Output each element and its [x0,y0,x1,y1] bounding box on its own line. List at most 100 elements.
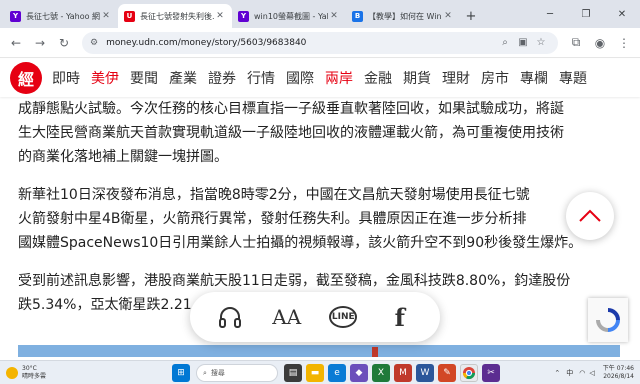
tray-chevron-up-icon[interactable]: ⌃ [554,369,560,377]
tab-title: win10螢幕截圖 - Yahoo... [254,11,328,21]
system-tray: ⌃ 中 ◠ ◁ 下午 07:46 2026/8/14 [554,363,634,383]
tab-title: 【教學】如何在 Windo... [368,11,442,21]
article-line: 新華社10日深夜發布消息，指當晚8時零2分，中國在文昌航天發射場使用長征七號 [18,187,530,203]
article-line: 跌5.34%，亞太衛星跌2.21 [18,297,192,313]
clock[interactable]: 下午 07:46 2026/8/14 [603,365,634,381]
nav-item-headlines[interactable]: 要聞 [130,68,158,88]
nav-item-securities[interactable]: 證券 [208,68,236,88]
blog-favicon-icon: B [352,10,363,22]
article-line: 生大陸民營商業航天首款實現軌道級一子級陸地回收的液體運載火箭，為可重複使用技術 [18,125,564,141]
weather-temp: 30°C [22,364,37,372]
edge-icon[interactable]: e [328,364,346,382]
browser-tab-strip: Y 長征七號 - Yahoo 網路... ✕ U 長征七號發射失利後... ✕ … [0,0,640,28]
facebook-share-button[interactable]: f [380,297,420,337]
close-window-icon[interactable]: ✕ [604,0,640,28]
profile-icon[interactable]: ◉ [588,31,612,55]
nav-item-us-iran[interactable]: 美伊 [91,68,119,88]
article-image [18,345,620,357]
nav-item-futures[interactable]: 期貨 [403,68,431,88]
windows-taskbar: 30°C 晴時多雲 ⊞ ⌕ 搜尋 ▤ ▬ e ◆ X M W ✎ ✂ ⌃ 中 ◠… [0,360,640,384]
nav-item-finance[interactable]: 金融 [364,68,392,88]
address-bar[interactable]: ⚙ money.udn.com/money/story/5603/9683840… [82,31,558,54]
back-arrow-icon[interactable]: ← [4,31,28,55]
clock-time: 下午 07:46 [602,365,634,372]
close-tab-icon[interactable]: ✕ [328,11,340,21]
task-view-icon[interactable]: ▤ [284,364,302,382]
taskbar-apps: ⊞ ⌕ 搜尋 ▤ ▬ e ◆ X M W ✎ ✂ [170,363,502,383]
browser-tab-active[interactable]: U 長征七號發射失利後... ✕ [118,4,232,28]
zoom-icon[interactable]: ⌕ [496,37,514,48]
browser-toolbar: ← → ↻ ⚙ money.udn.com/money/story/5603/9… [0,28,640,58]
yahoo-favicon-icon: Y [10,10,21,22]
spreadsheet-icon[interactable]: X [372,364,390,382]
udn-favicon-icon: U [124,10,135,22]
nav-item-real-estate[interactable]: 房市 [481,68,509,88]
ime-indicator[interactable]: 中 [566,368,573,378]
tab-title: 長征七號 - Yahoo 網路... [26,11,100,21]
search-placeholder: 搜尋 [210,369,225,377]
url-text[interactable]: money.udn.com/money/story/5603/9683840 [106,38,496,48]
start-icon[interactable]: ⊞ [172,364,190,382]
new-tab-button[interactable]: + [460,4,482,28]
nav-item-quotes[interactable]: 行情 [247,68,275,88]
mcafee-icon[interactable]: M [394,364,412,382]
restore-icon[interactable]: ❐ [568,0,604,28]
word-icon[interactable]: W [416,364,434,382]
recaptcha-icon [596,308,620,332]
minimize-icon[interactable]: ─ [532,0,568,28]
weather-desc: 晴時多雲 [22,372,47,380]
site-info-icon[interactable]: ⚙ [90,38,98,48]
app-icon[interactable]: ◆ [350,364,368,382]
window-controls: ─ ❐ ✕ [532,0,640,28]
font-size-button[interactable]: AA [267,297,307,337]
chevron-up-icon [579,209,601,222]
forward-arrow-icon[interactable]: → [28,31,52,55]
article-line: 火箭發射中星4B衛星，火箭飛行異常，發射任務失利。具體原因正在進一步分析排 [18,211,527,227]
tab-title: 長征七號發射失利後... [140,11,214,21]
yahoo-favicon-icon: Y [238,10,249,22]
snip-tool-icon[interactable]: ✂ [482,364,500,382]
article-paragraph: 成靜態點火試驗。今次任務的核心目標直指一子級垂直軟著陸回收，如果試驗成功，將誕 … [18,97,630,169]
back-to-top-button[interactable] [566,192,614,240]
line-icon: LINE [329,306,358,328]
headphones-icon[interactable] [210,297,250,337]
article-paragraph: 新華社10日深夜發布消息，指當晚8時零2分，中國在文昌航天發射場使用長征七號 火… [18,183,630,255]
udn-logo[interactable]: 經 [10,62,42,94]
menu-icon[interactable]: ⋮ [612,31,636,55]
article-line: 受到前述訊息影響，港股商業航天股11日走弱，截至發稿，金風科技跌8.80%，鈞達… [18,273,571,289]
nav-item-realtime[interactable]: 即時 [52,68,80,88]
browser-tab[interactable]: Y 長征七號 - Yahoo 網路... ✕ [4,4,118,28]
recaptcha-badge[interactable] [588,298,628,342]
extensions-icon[interactable]: ⧉ [564,31,588,55]
nav-item-topics[interactable]: 專題 [559,68,587,88]
browser-tab[interactable]: Y win10螢幕截圖 - Yahoo... ✕ [232,4,346,28]
paint-icon[interactable]: ✎ [438,364,456,382]
nav-item-columns[interactable]: 專欄 [520,68,548,88]
weather-text: 30°C 晴時多雲 [22,365,46,381]
weather-widget[interactable]: 30°C 晴時多雲 [0,365,110,381]
cast-icon[interactable]: ▣ [514,37,532,48]
taskbar-search[interactable]: ⌕ 搜尋 [196,364,278,382]
image-detail [372,347,378,357]
article-line: 的商業化落地補上關鍵一塊拼圖。 [18,149,228,165]
site-nav: 經 即時 美伊 要聞 產業 證券 行情 國際 兩岸 金融 期貨 理財 房市 專欄… [0,59,640,97]
nav-item-international[interactable]: 國際 [286,68,314,88]
clock-date: 2026/8/14 [603,373,634,380]
close-tab-icon[interactable]: ✕ [442,11,454,21]
browser-tab[interactable]: B 【教學】如何在 Windo... ✕ [346,4,460,28]
chrome-icon[interactable] [460,364,478,382]
reload-icon[interactable]: ↻ [52,31,76,55]
network-icon[interactable]: ◠ [579,369,585,377]
file-explorer-icon[interactable]: ▬ [306,364,324,382]
nav-item-wealth[interactable]: 理財 [442,68,470,88]
nav-item-cross-strait[interactable]: 兩岸 [325,68,353,88]
floating-share-bar: AA LINE f [190,292,440,342]
volume-icon[interactable]: ◁ [589,369,594,377]
close-tab-icon[interactable]: ✕ [100,11,112,21]
nav-item-industry[interactable]: 產業 [169,68,197,88]
line-share-button[interactable]: LINE [323,297,363,337]
article-line: 國媒體SpaceNews10日引用業餘人士拍攝的視頻報導，該火箭升空不到90秒後… [18,235,583,251]
close-tab-icon[interactable]: ✕ [214,11,226,21]
bookmark-star-icon[interactable]: ☆ [532,37,550,48]
article-line: 成靜態點火試驗。今次任務的核心目標直指一子級垂直軟著陸回收，如果試驗成功，將誕 [18,101,564,117]
